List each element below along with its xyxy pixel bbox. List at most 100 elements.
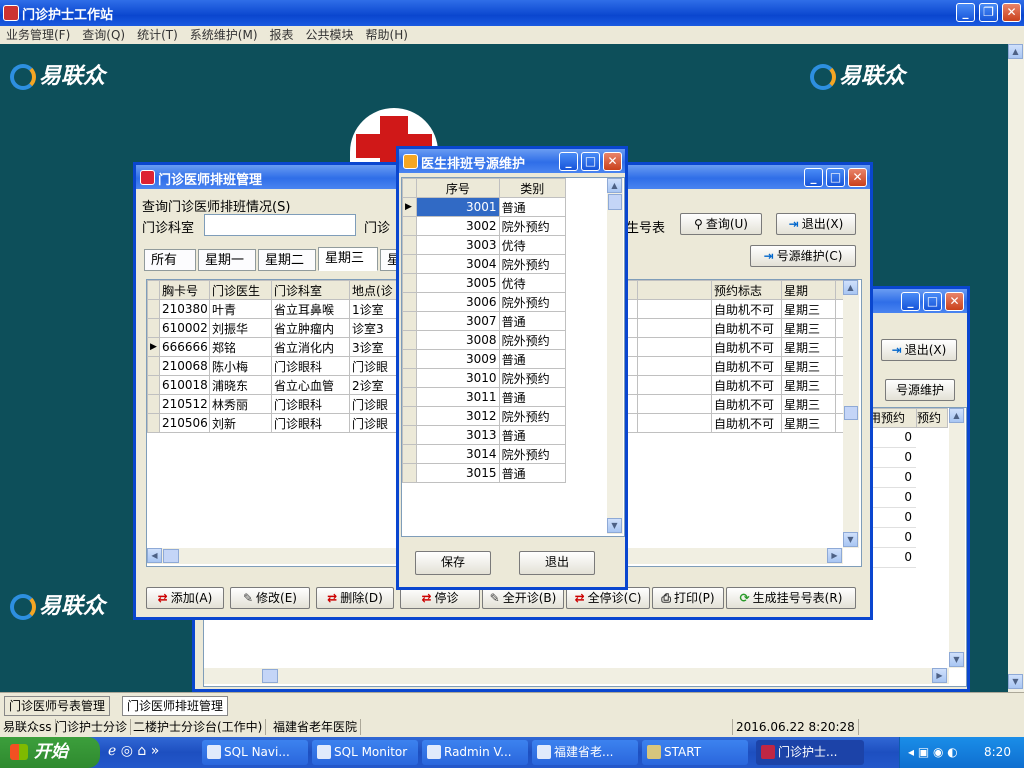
dialog-minimize-button[interactable]: _ (559, 152, 578, 171)
tab-tuesday[interactable]: 星期二 (258, 249, 316, 271)
stop-all-button[interactable]: ⇄ 全停诊(C) (566, 587, 650, 609)
table-row[interactable]: 3010 院外预约 (402, 368, 567, 388)
taskbar-item-start-folder[interactable]: START (642, 740, 748, 765)
table-row[interactable]: 3013 普通 (402, 425, 567, 445)
app-icon (427, 745, 441, 759)
cell-no: 3008 (416, 330, 500, 350)
back-grid-hscroll[interactable]: ▶ (204, 668, 949, 684)
cell-no: 3013 (416, 425, 500, 445)
col-header: 胸卡号 (159, 280, 210, 300)
scroll-thumb[interactable] (608, 194, 622, 210)
back-col-header: 预约 (916, 408, 948, 428)
schedule-vscroll[interactable]: ▲ ▼ (843, 280, 859, 548)
exit-button[interactable]: ⇥ 退出(X) (776, 213, 856, 235)
table-row[interactable]: 3003 优待 (402, 235, 567, 255)
cell-special (637, 394, 712, 414)
source-vscroll[interactable]: ▲ ▼ (607, 178, 623, 534)
scroll-down-button[interactable]: ▼ (949, 652, 964, 667)
scroll-up-button[interactable]: ▲ (843, 280, 858, 295)
generate-table-button[interactable]: ⟳ 生成挂号号表(R) (726, 587, 856, 609)
scroll-down-button[interactable]: ▼ (843, 532, 858, 547)
menu-item[interactable]: 查询(Q) (76, 26, 131, 44)
scroll-down-button[interactable]: ▼ (607, 518, 622, 533)
back-minimize-button[interactable]: _ (901, 292, 920, 311)
dialog-icon (403, 154, 418, 169)
source-maintain-button[interactable]: ⇥ 号源维护(C) (750, 245, 856, 267)
scroll-thumb[interactable] (844, 406, 858, 420)
window-tab-schedule[interactable]: 门诊医师排班管理 (122, 696, 229, 716)
quick-launch-icons[interactable]: ℯ ◎ ⌂ » (108, 743, 159, 759)
taskbar-item-browser[interactable]: 福建省老... (532, 740, 638, 765)
table-row[interactable]: 3012 院外预约 (402, 406, 567, 426)
logo-icon (810, 64, 836, 90)
dialog-close-button[interactable]: ✕ (603, 152, 622, 171)
table-row[interactable]: 3009 普通 (402, 349, 567, 369)
table-row[interactable]: 3004 院外预约 (402, 254, 567, 274)
table-row[interactable]: 3008 院外预约 (402, 330, 567, 350)
table-row[interactable]: 3007 普通 (402, 311, 567, 331)
table-row[interactable]: ▶ 3001 普通 (402, 197, 567, 217)
table-row[interactable]: 3006 院外预约 (402, 292, 567, 312)
table-row[interactable]: 3005 优待 (402, 273, 567, 293)
table-row[interactable]: 3011 普通 (402, 387, 567, 407)
main-vertical-scrollbar[interactable]: ▲ ▼ (1008, 44, 1024, 692)
back-cell-value: 0 (868, 448, 916, 468)
open-all-button[interactable]: ✎ 全开诊(B) (482, 587, 564, 609)
save-button[interactable]: 保存 (415, 551, 491, 575)
tab-monday[interactable]: 星期一 (198, 249, 256, 271)
query-button[interactable]: ⚲ 查询(U) (680, 213, 762, 235)
scroll-thumb[interactable] (262, 669, 278, 683)
menu-item[interactable]: 报表 (264, 26, 300, 44)
print-button[interactable]: ⎙ 打印(P) (652, 587, 724, 609)
table-row[interactable]: 3002 院外预约 (402, 216, 567, 236)
back-exit-button[interactable]: ⇥ 退出(X) (881, 339, 957, 361)
restore-button[interactable]: ❐ (979, 3, 998, 22)
cell-no: 3012 (416, 406, 500, 426)
taskbar-item-radmin[interactable]: Radmin V... (422, 740, 528, 765)
source-grid[interactable]: 序号 类别 ▶ 3001 普通 3002 院外预约 3003 优待 3004 院外预约 3005 优… (401, 177, 625, 537)
schedule-close-button[interactable]: ✕ (848, 168, 867, 187)
stop-button[interactable]: ⇄ 停诊 (400, 587, 480, 609)
scroll-left-button[interactable]: ◀ (147, 548, 162, 563)
window-tab-number-table[interactable]: 门诊医师号表管理 (4, 696, 111, 716)
schedule-minimize-button[interactable]: _ (804, 168, 823, 187)
dialog-maximize-button[interactable]: □ (581, 152, 600, 171)
table-row[interactable]: 3015 普通 (402, 463, 567, 483)
menu-item[interactable]: 帮助(H) (360, 26, 414, 44)
add-button[interactable]: ⇄ 添加(A) (146, 587, 224, 609)
scroll-down-button[interactable]: ▼ (1008, 674, 1023, 689)
menu-item[interactable]: 公共模块 (300, 26, 360, 44)
row-indicator (402, 463, 418, 483)
status-station: 二楼护士分诊台(工作中) (130, 719, 267, 735)
back-source-button[interactable]: 号源维护 (885, 379, 955, 401)
scroll-up-button[interactable]: ▲ (607, 178, 622, 193)
schedule-maximize-button[interactable]: □ (826, 168, 845, 187)
dialog-exit-button[interactable]: 退出 (519, 551, 595, 575)
back-close-button[interactable]: ✕ (945, 292, 964, 311)
delete-button[interactable]: ⇄ 删除(D) (316, 587, 394, 609)
table-row[interactable]: 3014 院外预约 (402, 444, 567, 464)
back-maximize-button[interactable]: □ (923, 292, 942, 311)
menu-item[interactable]: 业务管理(F) (0, 26, 76, 44)
taskbar-item-sql-navi[interactable]: SQL Navi... (202, 740, 308, 765)
scroll-thumb[interactable] (163, 549, 179, 563)
tab-wednesday[interactable]: 星期三 (318, 247, 378, 271)
scroll-right-button[interactable]: ▶ (932, 668, 947, 683)
minimize-button[interactable]: _ (956, 3, 975, 22)
tray-icons[interactable]: ◂ ▣ ◉ ◐ (908, 745, 958, 759)
scroll-up-button[interactable]: ▲ (949, 408, 964, 423)
close-button[interactable]: ✕ (1002, 3, 1021, 22)
edit-button[interactable]: ✎ 修改(E) (230, 587, 310, 609)
menu-item[interactable]: 系统维护(M) (184, 26, 264, 44)
taskbar-item-sql-monitor[interactable]: SQL Monitor (312, 740, 418, 765)
taskbar-item-nurse-station[interactable]: 门诊护士... (756, 740, 864, 765)
query-group-label: 查询门诊医师排班情况(S) (142, 200, 291, 215)
tab-all[interactable]: 所有 (144, 249, 196, 271)
scroll-up-button[interactable]: ▲ (1008, 44, 1023, 59)
back-grid-vscroll[interactable]: ▲ ▼ (949, 408, 965, 668)
dept-input[interactable] (204, 214, 356, 236)
start-button[interactable]: 开始 (0, 737, 100, 768)
menu-item[interactable]: 统计(T) (131, 26, 184, 44)
cell-no: 3014 (416, 444, 500, 464)
scroll-right-button[interactable]: ▶ (827, 548, 842, 563)
